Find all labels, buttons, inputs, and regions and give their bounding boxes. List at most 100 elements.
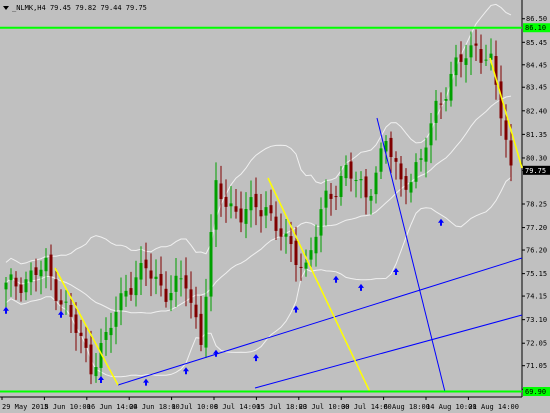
candle-body <box>39 269 43 277</box>
support-price-tag-label: 69.90 <box>525 388 546 396</box>
candle-body <box>4 282 8 290</box>
time-tick-label: 6 Aug 18:00 <box>384 403 430 411</box>
candle-body <box>74 314 78 333</box>
ohlc-values: 79.45 79.82 79.44 79.75 <box>49 4 147 12</box>
current-price-tag-label: 79.75 <box>525 167 546 175</box>
price-tick-label: 86.50 <box>526 15 547 23</box>
candle-body <box>354 180 358 182</box>
candle-body <box>239 208 243 223</box>
candle-body <box>349 161 353 179</box>
candle-body <box>259 210 263 217</box>
time-tick-label: 8 Jul 14:00 <box>214 403 260 411</box>
candle-body <box>314 236 318 254</box>
price-tick-label: 72.05 <box>526 340 547 348</box>
candle-body <box>304 262 308 269</box>
candle-body <box>289 236 293 245</box>
candle-body <box>44 257 48 272</box>
price-tick-label: 82.40 <box>526 107 547 115</box>
candle-body <box>69 305 73 317</box>
candle-body <box>29 270 33 283</box>
candle-body <box>129 288 133 295</box>
candle-body <box>464 58 468 65</box>
candle-body <box>334 196 338 198</box>
price-tick-label: 80.30 <box>526 154 547 162</box>
candle-body <box>149 270 153 279</box>
candle-body <box>394 158 398 162</box>
candle-body <box>64 301 68 303</box>
price-tick-label: 71.05 <box>526 362 547 370</box>
candle-body <box>264 207 268 216</box>
candle-body <box>294 240 298 266</box>
candle-body <box>124 290 128 297</box>
candle-body <box>484 59 488 61</box>
candle-body <box>469 45 473 58</box>
candle-body <box>94 367 98 377</box>
chart-header: _NLMK,H4 79.45 79.82 79.44 79.75 <box>3 4 147 12</box>
candle-body <box>234 206 238 212</box>
candle-body <box>274 216 278 231</box>
candle-body <box>144 259 148 269</box>
candle-body <box>444 98 448 101</box>
candle-body <box>299 266 303 268</box>
candle-body <box>219 183 223 199</box>
resistance-price-tag-label: 86.10 <box>525 24 546 32</box>
candle-body <box>474 43 478 46</box>
candle-body <box>449 73 453 101</box>
candle-body <box>89 344 93 375</box>
candle-body <box>454 57 458 76</box>
candle-body <box>24 279 28 293</box>
candle-body <box>369 195 373 201</box>
candle-body <box>309 250 313 260</box>
candle-body <box>244 208 248 224</box>
candle-body <box>439 103 443 105</box>
candle-body <box>269 205 273 214</box>
candle-body <box>364 176 368 198</box>
candle-body <box>54 279 58 301</box>
candle-body <box>84 338 88 348</box>
candle-body <box>504 120 508 140</box>
candle-body <box>429 123 433 146</box>
time-tick-label: 8 Jun 10:00 <box>44 403 90 411</box>
candle-body <box>164 288 168 302</box>
candle-body <box>189 289 193 303</box>
candle-body <box>139 263 143 280</box>
candle-body <box>79 332 83 336</box>
candle-body <box>359 179 363 181</box>
candle-body <box>204 296 208 348</box>
candle-body <box>159 273 163 286</box>
candle-body <box>109 327 113 336</box>
price-tick-label: 81.35 <box>526 131 547 139</box>
price-tick-label: 75.15 <box>526 270 547 278</box>
price-chart[interactable]: 86.50 85.45 84.45 83.45 82.40 81.35 80.30 79.75… <box>0 0 550 413</box>
candle-body <box>379 148 383 172</box>
candle-body <box>409 182 413 193</box>
candle-body <box>434 100 438 123</box>
candle-body <box>249 197 253 211</box>
candle-body <box>194 304 198 318</box>
candle-body <box>319 209 323 236</box>
symbol-label: _NLMK,H4 <box>12 4 46 12</box>
price-tick-label: 74.15 <box>526 293 547 301</box>
candle-body <box>59 300 63 305</box>
candle-body <box>479 49 483 63</box>
dropdown-triangle-icon[interactable] <box>3 6 9 10</box>
candle-body <box>419 158 423 160</box>
candle-body <box>399 163 403 180</box>
candle-body <box>324 190 328 208</box>
candle-body <box>279 228 283 237</box>
candle-body <box>404 176 408 190</box>
price-tick-label: 76.20 <box>526 247 547 255</box>
price-tick-label: 85.45 <box>526 39 547 47</box>
candle-body <box>214 180 218 230</box>
candle-body <box>374 172 378 195</box>
candle-body <box>229 203 233 207</box>
candle-body <box>179 278 183 280</box>
time-tick-label: 1 Jul 10:00 <box>172 403 218 411</box>
candle-body <box>169 292 173 301</box>
time-tick-label: 29 May 2015 <box>2 403 48 411</box>
candle-body <box>14 277 18 287</box>
price-tick-label: 73.10 <box>526 316 547 324</box>
time-tick-label: 21 Aug 14:00 <box>468 403 519 411</box>
candle-body <box>414 162 418 182</box>
candle-body <box>254 193 258 208</box>
